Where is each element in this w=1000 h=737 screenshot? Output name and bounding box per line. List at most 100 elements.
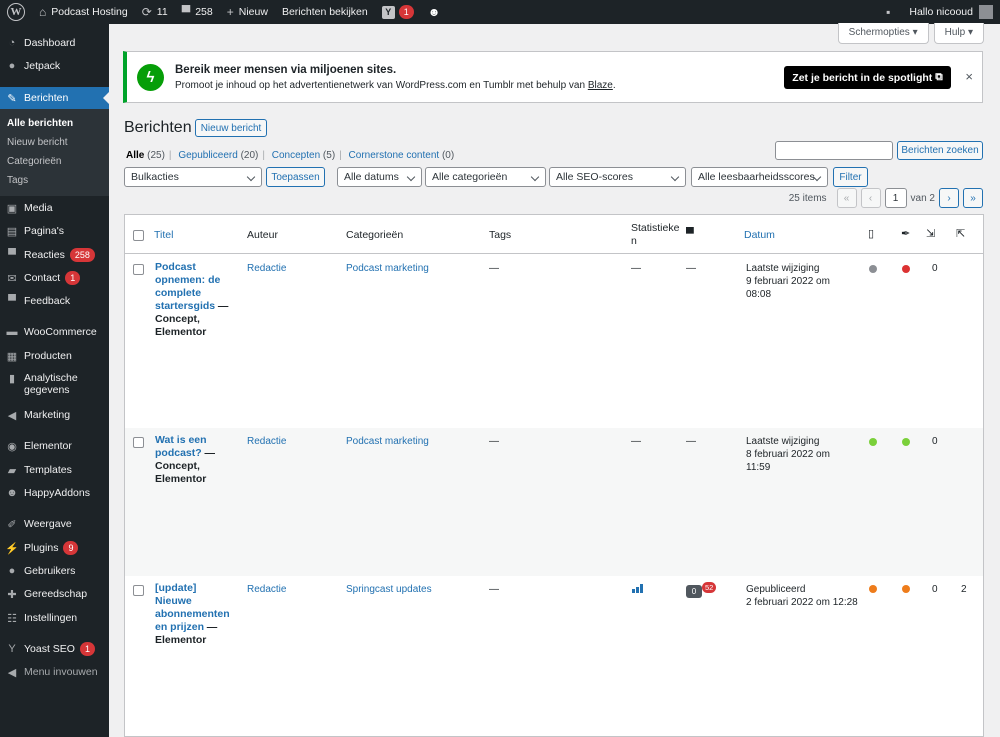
view-drafts[interactable]: Concepten bbox=[272, 150, 320, 161]
next-page-button[interactable]: › bbox=[939, 188, 959, 208]
sidebar-item-woocommerce[interactable]: ▬ WooCommerce bbox=[0, 321, 109, 343]
table-row: Podcast opnemen: de complete startersgid… bbox=[125, 255, 983, 428]
plugins-badge: 9 bbox=[63, 541, 79, 555]
row-checkbox[interactable] bbox=[133, 585, 144, 596]
blaze-notice: ϟ Bereik meer mensen via miljoenen sites… bbox=[123, 51, 983, 103]
sidebar-item-elementor[interactable]: ◉ Elementor bbox=[0, 435, 109, 457]
sidebar-item-products[interactable]: ▦ Producten bbox=[0, 345, 109, 367]
date-filter-select[interactable]: Alle datums bbox=[337, 167, 422, 187]
category-link[interactable]: Podcast marketing bbox=[346, 262, 429, 275]
sidebar-item-feedback[interactable]: ▀ Feedback bbox=[0, 290, 109, 312]
author-link[interactable]: Redactie bbox=[247, 435, 286, 448]
sidebar-item-settings[interactable]: ☷ Instellingen bbox=[0, 607, 109, 629]
close-notice-icon[interactable]: × bbox=[965, 69, 973, 84]
author-link[interactable]: Redactie bbox=[247, 583, 286, 596]
submenu-new-post[interactable]: Nieuw bericht bbox=[7, 137, 68, 148]
collapse-icon: ◀ bbox=[7, 666, 17, 679]
sidebar-item-comments[interactable]: ▀ Reacties 258 bbox=[0, 244, 109, 266]
readability-filter-select[interactable]: Alle leesbaarheidsscores bbox=[691, 167, 828, 187]
sidebar-item-plugins[interactable]: ⚡ Plugins 9 bbox=[0, 537, 109, 559]
settings-icon: ☷ bbox=[7, 612, 17, 625]
products-icon: ▦ bbox=[6, 350, 18, 363]
sidebar-item-yoast[interactable]: Y Yoast SEO 1 bbox=[0, 638, 109, 660]
help-button[interactable]: Hulp ▾ bbox=[933, 23, 984, 44]
media-icon: ▣ bbox=[6, 202, 18, 215]
post-title-link[interactable]: Podcast opnemen: de complete startersgid… bbox=[155, 261, 220, 312]
incoming-links-count: 0 bbox=[932, 263, 938, 274]
row-checkbox[interactable] bbox=[133, 437, 144, 448]
submenu-categories[interactable]: Categorieën bbox=[7, 156, 61, 167]
account-menu[interactable]: Hallo nicooud bbox=[902, 0, 1000, 24]
tags-cell: — bbox=[489, 263, 499, 274]
posts-submenu: Alle berichten Nieuw bericht Categorieën… bbox=[0, 109, 109, 196]
new-content-menu[interactable]: + Nieuw bbox=[220, 0, 275, 24]
view-cornerstone[interactable]: Cornerstone content bbox=[349, 150, 440, 161]
sidebar-item-happyaddons[interactable]: ☻ HappyAddons bbox=[0, 482, 109, 504]
prev-page-button[interactable]: ‹ bbox=[860, 188, 881, 208]
wp-logo-menu[interactable]: W bbox=[0, 0, 32, 24]
seo-filter-select[interactable]: Alle SEO-scores bbox=[549, 167, 686, 187]
category-link[interactable]: Podcast marketing bbox=[346, 435, 429, 448]
sidebar-item-contact[interactable]: ✉ Contact 1 bbox=[0, 267, 109, 289]
readability-score-dot bbox=[902, 585, 910, 593]
sidebar-item-templates[interactable]: ▰ Templates bbox=[0, 459, 109, 481]
screen-options-button[interactable]: Schermopties ▾ bbox=[837, 23, 929, 44]
site-name-menu[interactable]: ⌂ Podcast Hosting bbox=[32, 0, 135, 24]
comments-menu[interactable]: ▀ 258 bbox=[175, 0, 220, 24]
sidebar-item-posts[interactable]: ✎ Berichten bbox=[0, 87, 109, 109]
sidebar-item-analytics[interactable]: ▮ Analytische gegevens bbox=[0, 370, 109, 400]
last-page-button[interactable]: » bbox=[963, 188, 983, 208]
post-title-link[interactable]: Wat is een podcast? bbox=[155, 434, 207, 459]
happyaddons-menu[interactable]: ☻ bbox=[421, 0, 453, 24]
comments-cell: — bbox=[686, 436, 696, 447]
approved-comments-bubble[interactable]: 0 bbox=[686, 585, 702, 598]
date-cell: Laatste wijziging 9 februari 2022 om 08:0… bbox=[746, 263, 830, 300]
incoming-links-count: 0 bbox=[932, 584, 938, 595]
bulk-actions-select[interactable]: Bulkacties bbox=[124, 167, 262, 187]
view-published[interactable]: Gepubliceerd bbox=[178, 150, 237, 161]
post-search-input[interactable] bbox=[775, 141, 893, 160]
table-row: Wat is een podcast? — Concept, Elementor… bbox=[125, 428, 983, 576]
seo-score-dot bbox=[869, 585, 877, 593]
col-date[interactable]: Datum bbox=[744, 229, 775, 241]
view-all[interactable]: Alle bbox=[126, 150, 144, 161]
add-new-post-button[interactable]: Nieuw bericht bbox=[195, 119, 267, 137]
megaphone-icon: ◀ bbox=[7, 409, 17, 422]
author-link[interactable]: Redactie bbox=[247, 262, 286, 275]
view-posts-link[interactable]: Berichten bekijken bbox=[275, 0, 375, 24]
sidebar-item-jetpack[interactable]: ● Jetpack bbox=[0, 55, 109, 77]
blaze-link[interactable]: Blaze bbox=[588, 80, 613, 91]
sidebar-item-users[interactable]: ● Gebruikers bbox=[0, 560, 109, 582]
spotlight-button[interactable]: Zet je bericht in de spotlight ⧉ bbox=[784, 66, 951, 89]
submenu-all-posts[interactable]: Alle berichten bbox=[7, 118, 73, 129]
sidebar-item-marketing[interactable]: ◀ Marketing bbox=[0, 404, 109, 426]
user-icon: ● bbox=[8, 565, 16, 577]
sidebar-item-appearance[interactable]: ✐ Weergave bbox=[0, 513, 109, 535]
first-page-button[interactable]: « bbox=[836, 188, 857, 208]
seo-score-dot bbox=[869, 438, 877, 446]
sidebar-item-dashboard[interactable]: ◔ Dashboard bbox=[0, 32, 109, 54]
pending-comments-badge[interactable]: 52 bbox=[702, 582, 717, 593]
outgoing-links-icon: ⇱ bbox=[956, 228, 966, 240]
apply-button[interactable]: Toepassen bbox=[266, 167, 325, 187]
updates-menu[interactable]: ⟳ 11 bbox=[135, 0, 175, 24]
post-title-link[interactable]: [update] Nieuwe abonnementen en prijzen bbox=[155, 582, 230, 633]
filter-button[interactable]: Filter bbox=[833, 167, 868, 187]
col-title[interactable]: Titel bbox=[154, 229, 173, 241]
sidebar-item-tools[interactable]: ✚ Gereedschap bbox=[0, 583, 109, 605]
sidebar-item-media[interactable]: ▣ Media bbox=[0, 197, 109, 219]
paintbrush-icon: ✐ bbox=[7, 518, 17, 531]
current-page-input[interactable]: 1 bbox=[884, 188, 907, 208]
search-posts-button[interactable]: Berichten zoeken bbox=[897, 141, 983, 160]
stats-bar-icon[interactable] bbox=[632, 584, 643, 593]
notifications-menu[interactable]: ▪ bbox=[879, 0, 902, 24]
submenu-tags[interactable]: Tags bbox=[7, 175, 28, 186]
notice-title: Bereik meer mensen via miljoenen sites. bbox=[175, 64, 397, 76]
yoast-menu[interactable]: Y1 bbox=[375, 0, 421, 24]
row-checkbox[interactable] bbox=[133, 264, 144, 275]
category-filter-select[interactable]: Alle categorieën bbox=[425, 167, 546, 187]
sidebar-item-pages[interactable]: ▤ Pagina's bbox=[0, 220, 109, 242]
category-link[interactable]: Springcast updates bbox=[346, 583, 432, 596]
collapse-menu-button[interactable]: ◀ Menu invouwen bbox=[0, 661, 109, 683]
select-all-checkbox[interactable] bbox=[133, 230, 144, 241]
